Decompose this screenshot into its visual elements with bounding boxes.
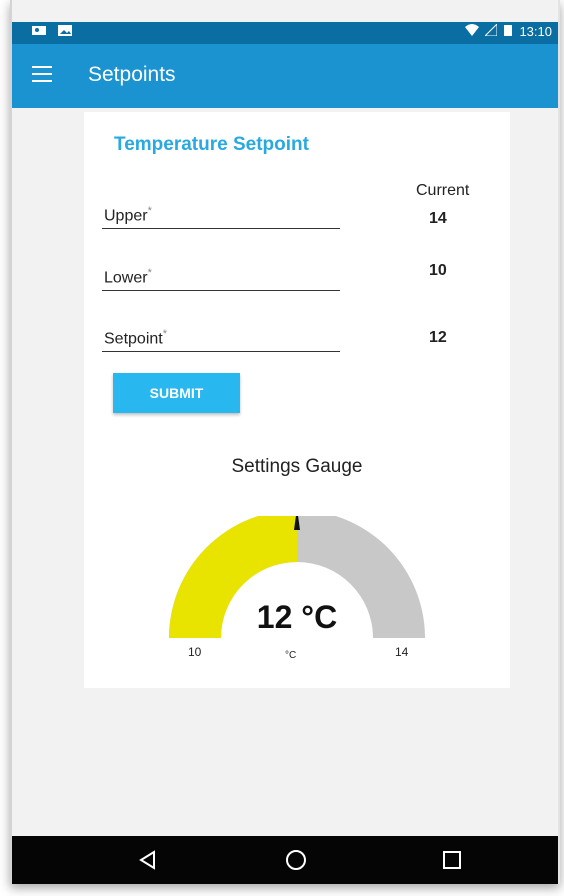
setpoint-current-value: 12 (429, 329, 447, 346)
navigation-bar (12, 836, 558, 884)
gauge-min-label: 10 (188, 645, 202, 659)
device-screen: 13:10 Setpoints Temperature Setpoint Cur… (10, 0, 560, 884)
upper-label: Upper* (104, 204, 152, 224)
card-title: Temperature Setpoint (114, 134, 309, 155)
clock: 13:10 (519, 24, 552, 39)
setpoint-card: Temperature Setpoint Current Upper* 14 L… (84, 112, 510, 688)
upper-current-value: 14 (429, 210, 447, 227)
home-icon[interactable] (281, 846, 311, 874)
status-right: 13:10 (464, 22, 552, 39)
lower-label: Lower* (104, 266, 152, 286)
app-bar: Setpoints (12, 44, 558, 108)
page-title: Setpoints (88, 63, 176, 86)
recents-icon[interactable] (437, 846, 467, 874)
back-icon[interactable] (132, 846, 162, 874)
image-icon (57, 25, 72, 36)
notification-icons (32, 24, 72, 40)
notification-icon (32, 26, 46, 35)
upper-field[interactable]: Upper* (102, 202, 340, 229)
status-bar: 13:10 (12, 22, 558, 44)
submit-button[interactable]: SUBMIT (113, 373, 240, 413)
wifi-icon (464, 24, 479, 36)
current-header: Current (416, 182, 470, 199)
setpoint-label: Setpoint* (104, 327, 167, 347)
gauge-max-label: 14 (395, 645, 409, 659)
gauge-unit: °C (285, 650, 297, 661)
lower-field[interactable]: Lower* (102, 264, 340, 291)
setpoint-field[interactable]: Setpoint* (102, 325, 340, 352)
gauge-value-label: 12 °C (256, 599, 338, 635)
battery-icon (503, 25, 512, 36)
lower-current-value: 10 (429, 262, 447, 279)
signal-icon (483, 22, 498, 37)
menu-icon[interactable] (32, 66, 52, 84)
gauge-title: Settings Gauge (231, 456, 363, 477)
